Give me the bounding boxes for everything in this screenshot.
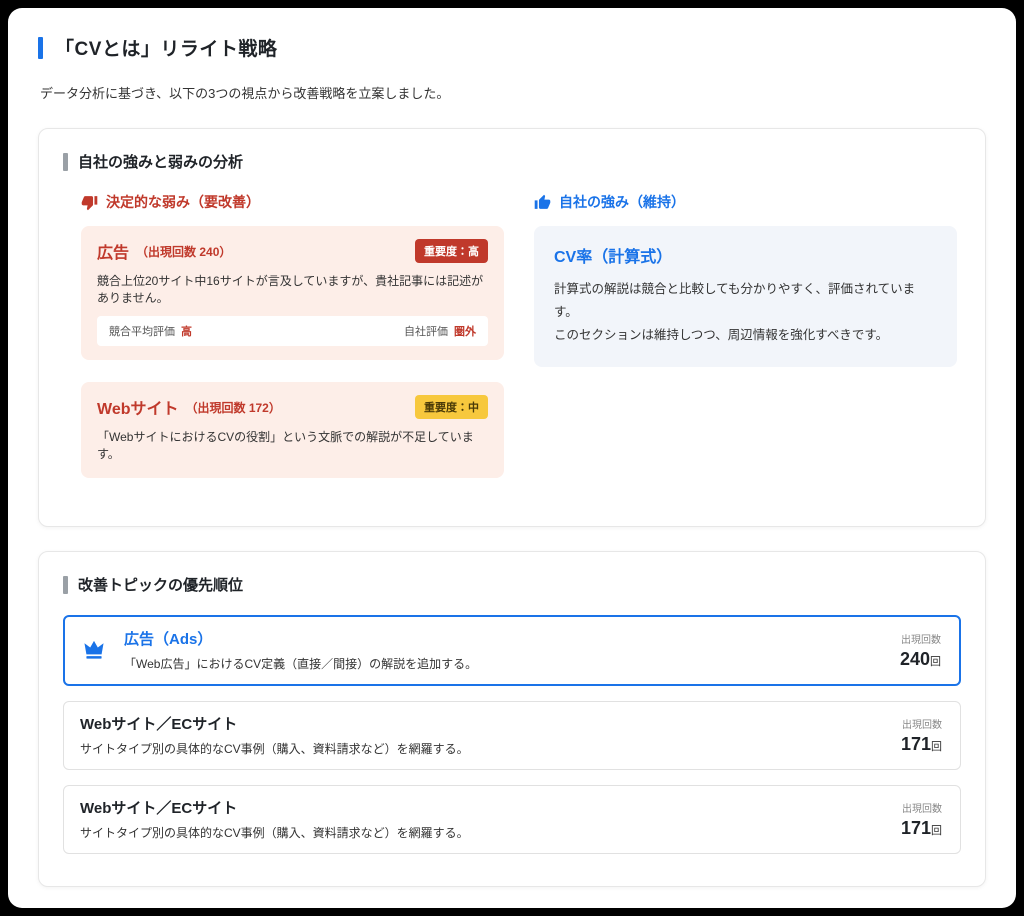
page-title-row: 「CVとは」リライト戦略 bbox=[38, 34, 986, 61]
page-subtitle: データ分析に基づき、以下の3つの視点から改善戦略を立案しました。 bbox=[40, 83, 986, 102]
section-accent-bar bbox=[63, 153, 68, 171]
weak-card-description: 「WebサイトにおけるCVの役割」という文脈での解説が不足しています。 bbox=[97, 428, 488, 462]
strength-card-description: 計算式の解説は競合と比較しても分かりやすく、評価されています。 このセクションは… bbox=[554, 278, 937, 347]
priority-section-header: 改善トピックの優先順位 bbox=[63, 574, 961, 595]
weakness-column: 決定的な弱み（要改善） 広告 （出現回数 240） 重要度：高 競合上位20サイ… bbox=[81, 192, 504, 500]
weakness-card-ads: 広告 （出現回数 240） 重要度：高 競合上位20サイト中16サイトが言及して… bbox=[81, 226, 504, 360]
section-accent-bar bbox=[63, 576, 68, 594]
thumbs-up-icon bbox=[534, 194, 551, 211]
priority-text-block: Webサイト／ECサイト サイトタイプ別の具体的なCV事例（購入、資料請求など）… bbox=[80, 713, 883, 757]
weak-card-title: Webサイト bbox=[97, 395, 179, 419]
title-accent-bar bbox=[38, 37, 43, 59]
competitor-evaluation: 競合平均評価高 bbox=[109, 323, 192, 339]
page-title: 「CVとは」リライト戦略 bbox=[55, 34, 277, 61]
own-evaluation: 自社評価圏外 bbox=[404, 323, 476, 339]
weakness-heading-row: 決定的な弱み（要改善） bbox=[81, 192, 504, 212]
priority-count-block: 出現回数 171回 bbox=[901, 800, 942, 839]
strength-desc-line2: このセクションは維持しつつ、周辺情報を強化すべきです。 bbox=[554, 328, 888, 342]
report-page: 「CVとは」リライト戦略 データ分析に基づき、以下の3つの視点から改善戦略を立案… bbox=[8, 8, 1016, 908]
priority-count-block: 出現回数 240回 bbox=[900, 631, 941, 670]
count-unit: 回 bbox=[931, 741, 942, 753]
strength-desc-line1: 計算式の解説は競合と比較しても分かりやすく、評価されています。 bbox=[554, 282, 915, 319]
priority-title: 広告（Ads） bbox=[124, 628, 882, 649]
priority-text-block: Webサイト／ECサイト サイトタイプ別の具体的なCV事例（購入、資料請求など）… bbox=[80, 797, 883, 841]
strength-column: 自社の強み（維持） CV率（計算式） 計算式の解説は競合と比較しても分かりやすく… bbox=[534, 192, 957, 500]
own-eval-label: 自社評価 bbox=[404, 326, 448, 338]
priority-title: Webサイト／ECサイト bbox=[80, 797, 883, 818]
count-unit: 回 bbox=[930, 656, 941, 668]
weak-card-description: 競合上位20サイト中16サイトが言及していますが、貴社記事には記述がありません。 bbox=[97, 272, 488, 306]
count-number: 171回 bbox=[901, 818, 942, 838]
analysis-heading: 自社の強みと弱みの分析 bbox=[78, 151, 243, 172]
strength-card-title: CV率（計算式） bbox=[554, 243, 937, 267]
weak-card-title: 広告 bbox=[97, 239, 129, 263]
priority-text-block: 広告（Ads） 「Web広告」におけるCV定義（直接／間接）の解説を追加する。 bbox=[124, 628, 882, 672]
count-label: 出現回数 bbox=[901, 800, 942, 815]
count-number: 171回 bbox=[901, 734, 942, 754]
count-number: 240回 bbox=[900, 649, 941, 669]
weakness-heading: 決定的な弱み（要改善） bbox=[106, 192, 260, 212]
priority-title: Webサイト／ECサイト bbox=[80, 713, 883, 734]
priority-heading: 改善トピックの優先順位 bbox=[78, 574, 243, 595]
priority-section: 改善トピックの優先順位 広告（Ads） 「Web広告」におけるCV定義（直接／間… bbox=[38, 551, 986, 887]
competitor-eval-label: 競合平均評価 bbox=[109, 326, 175, 338]
priority-count-block: 出現回数 171回 bbox=[901, 716, 942, 755]
strength-heading: 自社の強み（維持） bbox=[559, 192, 685, 212]
own-eval-value: 圏外 bbox=[454, 326, 476, 338]
strength-card-cvr: CV率（計算式） 計算式の解説は競合と比較しても分かりやすく、評価されています。… bbox=[534, 226, 957, 367]
analysis-section-header: 自社の強みと弱みの分析 bbox=[63, 151, 961, 172]
analysis-section: 自社の強みと弱みの分析 決定的な弱み（要改善） 広告 （出現回数 240） 重要… bbox=[38, 128, 986, 527]
weak-card-title-row: 広告 （出現回数 240） 重要度：高 bbox=[97, 239, 488, 263]
weak-card-count: （出現回数 240） bbox=[136, 243, 231, 260]
weakness-card-website: Webサイト （出現回数 172） 重要度：中 「WebサイトにおけるCVの役割… bbox=[81, 382, 504, 478]
competitor-eval-value: 高 bbox=[181, 326, 192, 338]
priority-row-ads[interactable]: 広告（Ads） 「Web広告」におけるCV定義（直接／間接）の解説を追加する。 … bbox=[63, 615, 961, 686]
count-unit: 回 bbox=[931, 825, 942, 837]
priority-description: 「Web広告」におけるCV定義（直接／間接）の解説を追加する。 bbox=[124, 655, 882, 672]
analysis-grid: 決定的な弱み（要改善） 広告 （出現回数 240） 重要度：高 競合上位20サイ… bbox=[81, 192, 957, 500]
thumbs-down-icon bbox=[81, 194, 98, 211]
priority-description: サイトタイプ別の具体的なCV事例（購入、資料請求など）を網羅する。 bbox=[80, 740, 883, 757]
priority-row-website-1[interactable]: Webサイト／ECサイト サイトタイプ別の具体的なCV事例（購入、資料請求など）… bbox=[63, 701, 961, 770]
priority-description: サイトタイプ別の具体的なCV事例（購入、資料請求など）を網羅する。 bbox=[80, 824, 883, 841]
weak-card-count: （出現回数 172） bbox=[186, 399, 281, 416]
importance-badge-mid: 重要度：中 bbox=[415, 395, 488, 419]
count-label: 出現回数 bbox=[901, 716, 942, 731]
evaluation-row: 競合平均評価高 自社評価圏外 bbox=[97, 316, 488, 346]
priority-row-website-2[interactable]: Webサイト／ECサイト サイトタイプ別の具体的なCV事例（購入、資料請求など）… bbox=[63, 785, 961, 854]
crown-icon bbox=[81, 637, 108, 663]
count-label: 出現回数 bbox=[900, 631, 941, 646]
importance-badge-high: 重要度：高 bbox=[415, 239, 488, 263]
weak-card-title-row: Webサイト （出現回数 172） 重要度：中 bbox=[97, 395, 488, 419]
strength-heading-row: 自社の強み（維持） bbox=[534, 192, 957, 212]
